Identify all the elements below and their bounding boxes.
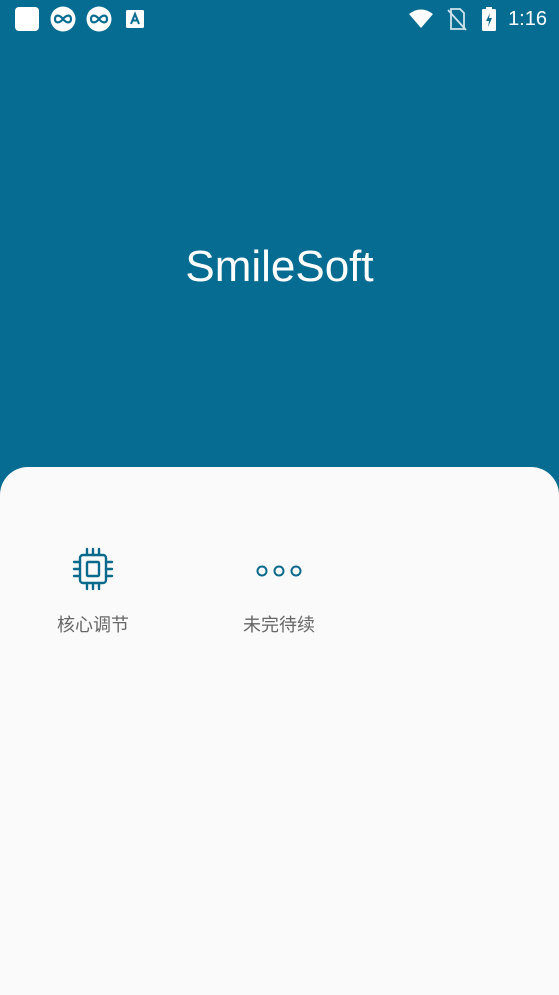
status-bar-left (14, 6, 148, 32)
infinity-app-icon (86, 6, 112, 32)
font-a-icon (122, 6, 148, 32)
cpu-chip-icon (67, 543, 119, 595)
wifi-icon (408, 6, 434, 32)
status-time: 1:16 (508, 8, 547, 30)
more-dots-icon (253, 543, 305, 595)
core-tuning-label: 核心调节 (57, 615, 129, 636)
status-bar: 1:16 (0, 0, 559, 38)
infinity-app-icon (50, 6, 76, 32)
coming-soon-button[interactable]: 未完待续 (204, 543, 354, 639)
status-bar-right: 1:16 (408, 6, 547, 32)
menu-panel: 核心调节 未完待续 (0, 467, 559, 995)
app-title: SmileSoft (185, 242, 374, 291)
coming-soon-label: 未完待续 (243, 615, 315, 636)
core-tuning-button[interactable]: 核心调节 (18, 543, 168, 639)
app-square-icon (14, 6, 40, 32)
app-screen: 1:16 SmileSoft 核心调节 未完待续 (0, 0, 559, 995)
battery-charging-icon (480, 6, 498, 32)
no-sim-icon (444, 6, 470, 32)
header: SmileSoft (0, 38, 559, 478)
